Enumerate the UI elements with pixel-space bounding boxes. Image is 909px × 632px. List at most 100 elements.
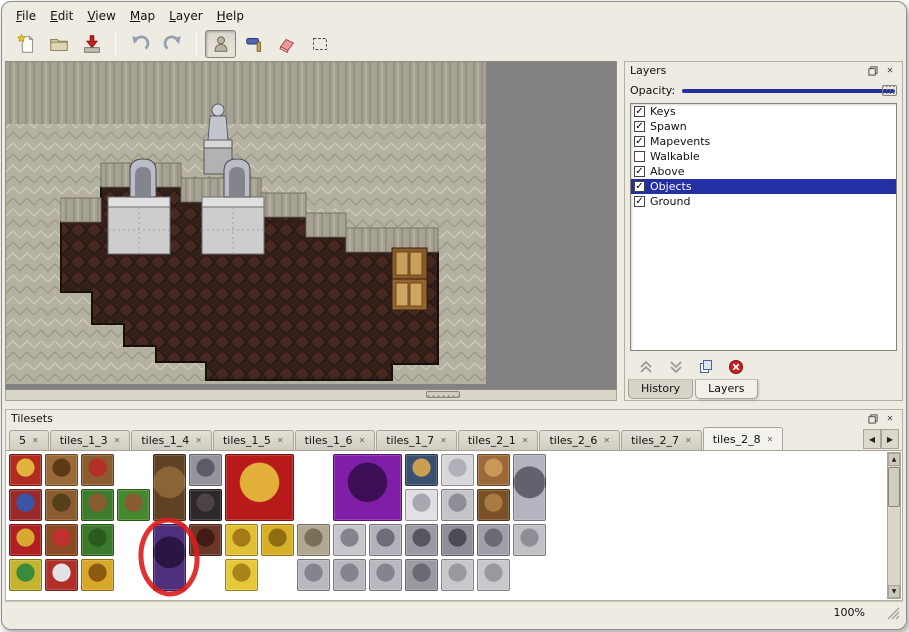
tile-banner-red-2[interactable]	[9, 524, 42, 556]
tile-plant-pot[interactable]	[81, 489, 114, 521]
open-button[interactable]	[43, 30, 74, 58]
tile-button-red[interactable]	[45, 559, 78, 591]
tile-plant-bush[interactable]	[81, 524, 114, 556]
tileset-tab-tiles_1_6[interactable]: tiles_1_6✕	[295, 430, 376, 450]
tile-banner-blue[interactable]	[9, 489, 42, 521]
hscroll-thumb[interactable]	[426, 391, 460, 398]
tileset-tab-tiles_2_8[interactable]: tiles_2_8✕	[703, 427, 784, 450]
menu-file[interactable]: File	[9, 7, 43, 25]
save-button[interactable]	[76, 30, 107, 58]
delete-layer-button[interactable]	[727, 358, 745, 376]
tile-bookshelf[interactable]	[45, 524, 78, 556]
layer-row-walkable[interactable]: Walkable	[631, 149, 896, 164]
menu-edit[interactable]: Edit	[43, 7, 80, 25]
tile-boulder[interactable]	[297, 524, 330, 556]
vscroll-thumb[interactable]	[888, 467, 900, 507]
close-tab-icon[interactable]: ✕	[359, 436, 366, 445]
tile-statue-wings[interactable]	[369, 524, 402, 556]
layer-row-objects[interactable]: ✓Objects	[631, 179, 896, 194]
close-tab-icon[interactable]: ✕	[195, 436, 202, 445]
layer-row-above[interactable]: ✓Above	[631, 164, 896, 179]
tileset-tab-5[interactable]: 5✕	[9, 430, 49, 450]
tile-chain-gold[interactable]	[261, 524, 294, 556]
tile-gargoyle[interactable]	[405, 524, 438, 556]
close-tab-icon[interactable]: ✕	[32, 436, 39, 445]
raise-layer-button[interactable]	[637, 358, 655, 376]
opacity-slider[interactable]	[682, 84, 897, 97]
checkbox-checked[interactable]: ✓	[634, 181, 645, 192]
close-tab-icon[interactable]: ✕	[440, 436, 447, 445]
lower-layer-button[interactable]	[667, 358, 685, 376]
tile-pillar-base[interactable]	[405, 489, 438, 521]
layer-row-keys[interactable]: ✓Keys	[631, 104, 896, 119]
tile-throne-red[interactable]	[225, 454, 294, 521]
tile-statue-base-3[interactable]	[369, 559, 402, 591]
tile-grave-vase[interactable]	[441, 524, 474, 556]
fill-tool-button[interactable]	[238, 30, 269, 58]
tile-tomb-gray[interactable]	[477, 524, 510, 556]
tile-chest-dark[interactable]	[477, 489, 510, 521]
new-file-button[interactable]	[10, 30, 41, 58]
scroll-up-icon[interactable]: ▲	[888, 453, 900, 466]
horizontal-splitter[interactable]	[5, 401, 903, 409]
menu-view[interactable]: View	[80, 7, 122, 25]
tile-spinning-wheel[interactable]	[45, 454, 78, 486]
tileset-tab-tiles_1_5[interactable]: tiles_1_5✕	[213, 430, 294, 450]
scroll-tabs-right-icon[interactable]: ▶	[881, 429, 899, 449]
tile-portrait[interactable]	[405, 454, 438, 486]
checkbox-checked[interactable]: ✓	[634, 121, 645, 132]
menu-map[interactable]: Map	[123, 7, 162, 25]
undo-button[interactable]	[124, 30, 155, 58]
tile-block-gray[interactable]	[441, 489, 474, 521]
close-panel-icon[interactable]: ✕	[883, 64, 897, 77]
tile-throne-purple[interactable]	[333, 454, 402, 521]
tab-layers[interactable]: Layers	[695, 379, 757, 399]
tile-spinning-wheel-2[interactable]	[45, 489, 78, 521]
tileset-tab-tiles_1_7[interactable]: tiles_1_7✕	[376, 430, 457, 450]
map-horizontal-scrollbar[interactable]	[5, 390, 617, 401]
menu-layer[interactable]: Layer	[162, 7, 209, 25]
redo-button[interactable]	[157, 30, 188, 58]
close-tab-icon[interactable]: ✕	[767, 435, 774, 444]
close-tab-icon[interactable]: ✕	[277, 436, 284, 445]
tileset-tab-tiles_2_7[interactable]: tiles_2_7✕	[621, 430, 702, 450]
close-tab-icon[interactable]: ✕	[522, 436, 529, 445]
tile-plant-pot-2[interactable]	[117, 489, 150, 521]
eraser-tool-button[interactable]	[271, 30, 302, 58]
tile-armor-knight[interactable]	[513, 454, 546, 521]
close-tab-icon[interactable]: ✕	[603, 436, 610, 445]
tileset-tab-tiles_1_4[interactable]: tiles_1_4✕	[131, 430, 212, 450]
tile-block-stone[interactable]	[513, 524, 546, 556]
checkbox-checked[interactable]: ✓	[634, 136, 645, 147]
close-tab-icon[interactable]: ✕	[114, 436, 121, 445]
opacity-slider-handle[interactable]	[882, 85, 897, 96]
close-panel-icon[interactable]: ✕	[883, 412, 897, 425]
stamp-tool-button[interactable]	[205, 30, 236, 58]
tile-statue-base-2[interactable]	[333, 559, 366, 591]
tile-door-purple[interactable]	[153, 524, 186, 591]
tile-banner-red[interactable]	[9, 454, 42, 486]
tile-arch-brown[interactable]	[189, 524, 222, 556]
close-tab-icon[interactable]: ✕	[685, 436, 692, 445]
menu-help[interactable]: Help	[210, 7, 251, 25]
tile-block-stone-3[interactable]	[477, 559, 510, 591]
checkbox-unchecked[interactable]	[634, 151, 645, 162]
tile-horn-gold[interactable]	[81, 559, 114, 591]
tile-seal-red[interactable]	[81, 454, 114, 486]
tile-statue-base-1[interactable]	[297, 559, 330, 591]
float-panel-icon[interactable]	[866, 412, 880, 425]
tab-history[interactable]: History	[628, 379, 693, 399]
layer-row-spawn[interactable]: ✓Spawn	[631, 119, 896, 134]
tile-gold-pile[interactable]	[225, 559, 258, 591]
float-panel-icon[interactable]	[866, 64, 880, 77]
vertical-splitter[interactable]	[617, 61, 624, 401]
tile-arch-gray[interactable]	[189, 454, 222, 486]
tile-chest-wood[interactable]	[477, 454, 510, 486]
scroll-down-icon[interactable]: ▼	[888, 585, 900, 598]
checkbox-checked[interactable]: ✓	[634, 196, 645, 207]
opacity-slider-track[interactable]	[682, 89, 895, 93]
tile-pillar-white[interactable]	[441, 454, 474, 486]
layer-row-mapevents[interactable]: ✓Mapevents	[631, 134, 896, 149]
tileset-tab-tiles_1_3[interactable]: tiles_1_3✕	[50, 430, 131, 450]
resize-grip[interactable]	[886, 606, 900, 620]
